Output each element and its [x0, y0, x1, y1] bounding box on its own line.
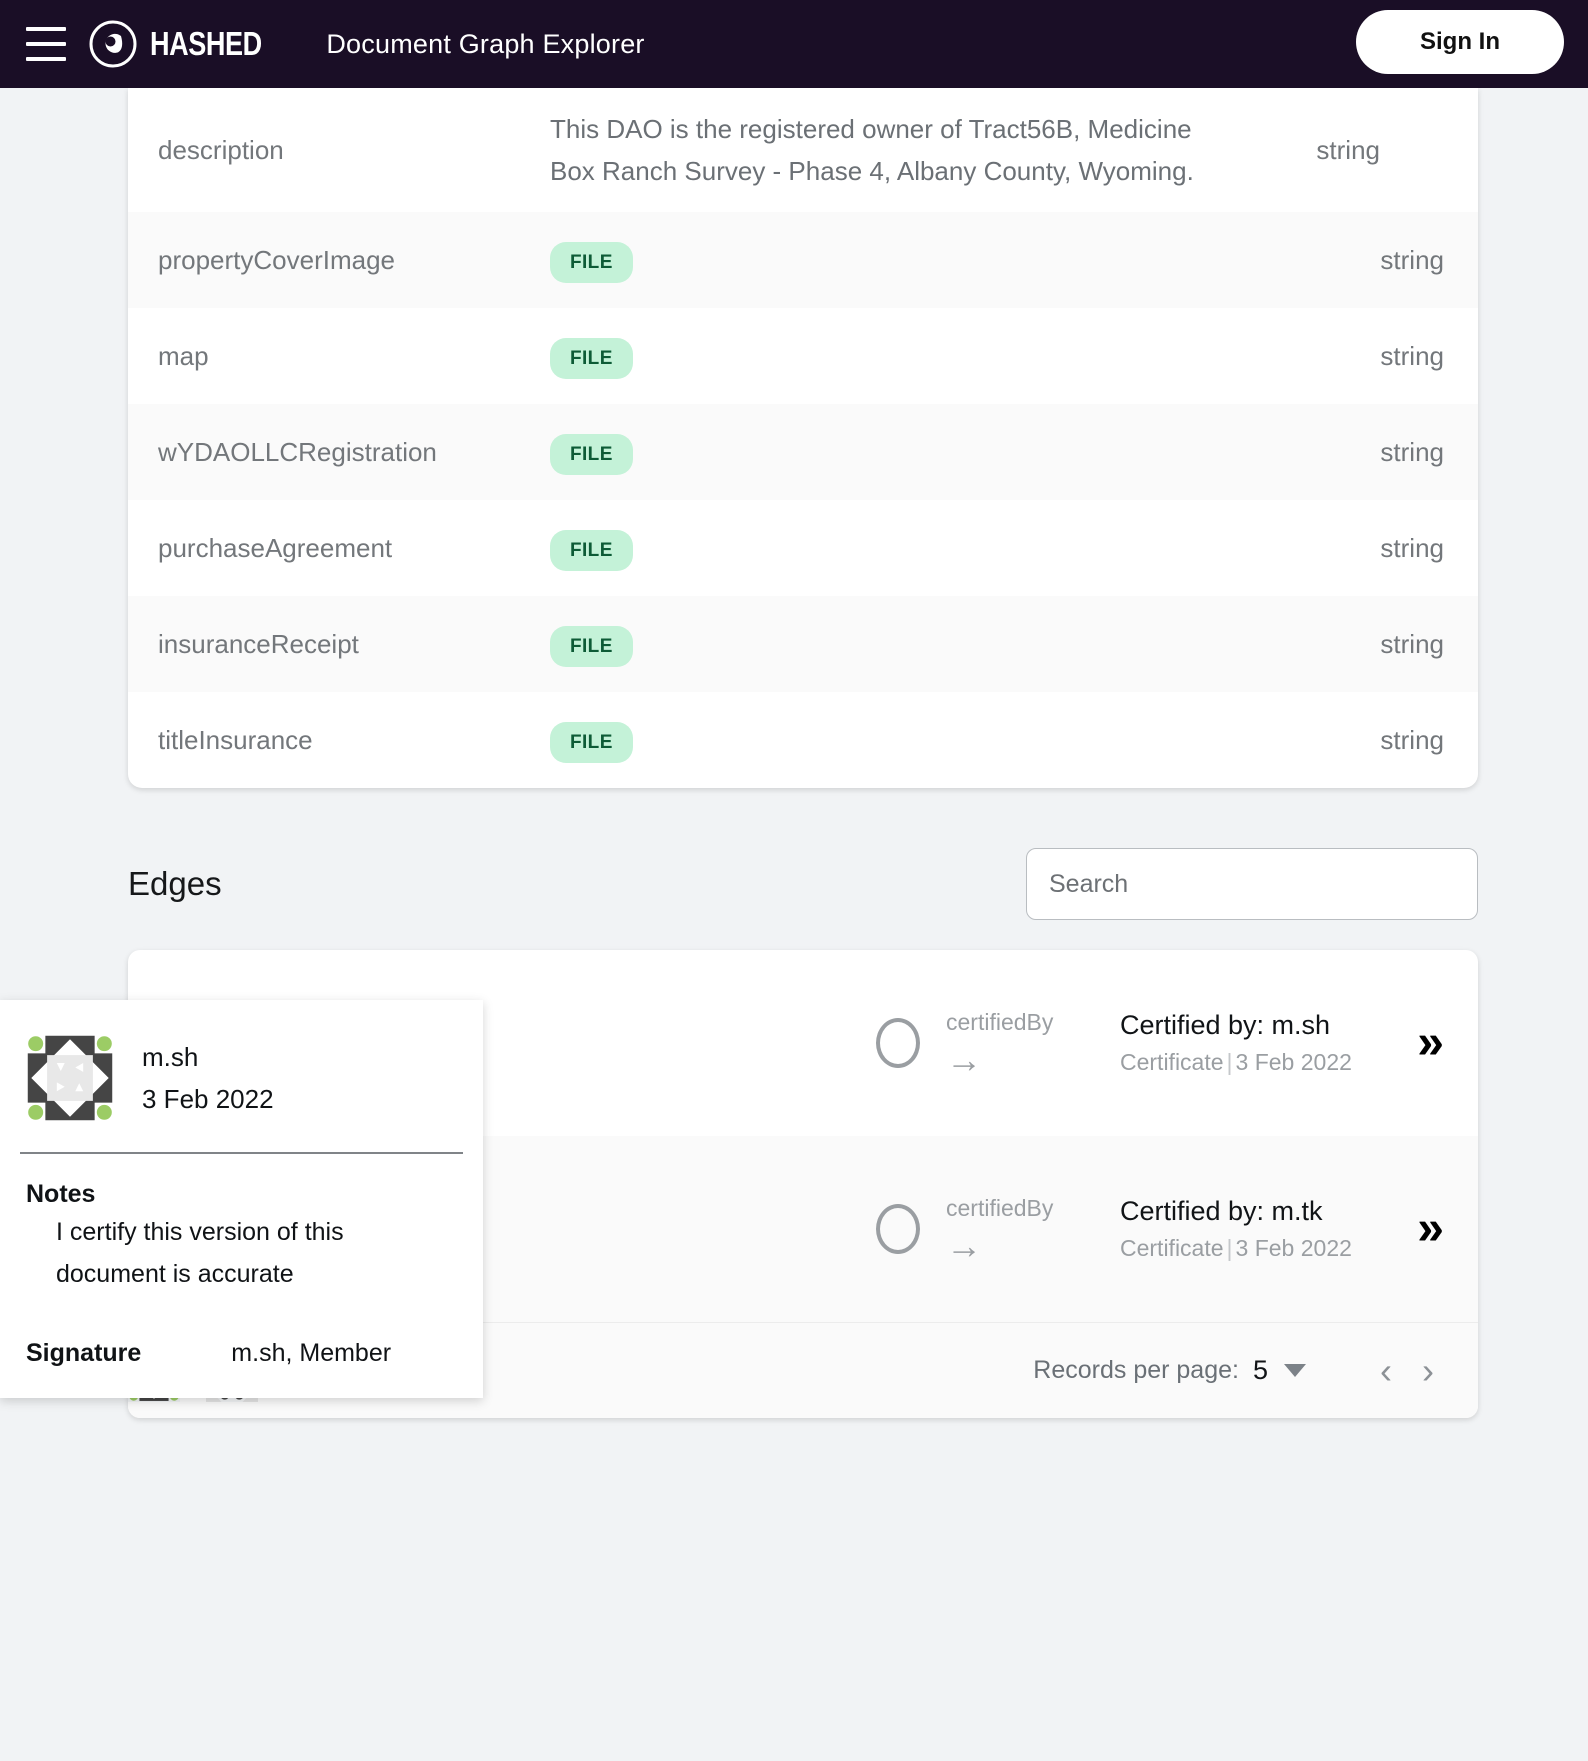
file-badge[interactable]: FILE	[550, 721, 633, 763]
edge-target: Certified by: m.sh Certificate | 3 Feb 202…	[1120, 1006, 1370, 1080]
table-row: map FILE string	[128, 308, 1478, 404]
node-circle-icon	[876, 1018, 920, 1068]
file-badge[interactable]: FILE	[550, 625, 633, 667]
certification-tooltip: m.sh 3 Feb 2022 Notes I certify this ver…	[0, 1000, 483, 1398]
property-type: string	[1380, 532, 1444, 563]
property-type: string	[1380, 628, 1444, 659]
edge-target-subtitle: Certificate | 3 Feb 2022	[1120, 1230, 1370, 1266]
notes-label: Notes	[26, 1180, 96, 1208]
chevron-down-icon[interactable]	[1284, 1364, 1306, 1377]
brand-logo[interactable]: HASHED	[88, 19, 286, 69]
tooltip-name: m.sh	[142, 1042, 199, 1072]
edge-relation: certifiedBy →	[946, 1195, 1096, 1264]
edges-section-header: Edges	[128, 838, 1478, 930]
edge-target-date: 3 Feb 2022	[1235, 1049, 1352, 1075]
property-value: FILE	[550, 334, 1334, 379]
property-key: purchaseAgreement	[158, 532, 393, 563]
property-key: insuranceReceipt	[158, 628, 359, 659]
property-key: propertyCoverImage	[158, 244, 395, 275]
edge-target-kind: Certificate	[1120, 1235, 1224, 1261]
property-type: string	[1316, 134, 1380, 165]
property-type: string	[1380, 436, 1444, 467]
tooltip-meta: m.sh 3 Feb 2022	[142, 1036, 274, 1120]
property-value: This DAO is the registered owner of Trac…	[550, 114, 1194, 186]
app-header: HASHED Document Graph Explorer Sign In	[0, 0, 1588, 88]
property-key: titleInsurance	[158, 724, 313, 755]
edge-relation: certifiedBy →	[946, 1009, 1096, 1078]
tooltip-notes-section: Notes I certify this version of this doc…	[0, 1154, 483, 1295]
records-per-page-value[interactable]: 5	[1253, 1355, 1268, 1386]
node-circle-icon	[876, 1204, 920, 1254]
edge-target-title: Certified by: m.tk	[1120, 1196, 1323, 1226]
file-badge[interactable]: FILE	[550, 241, 633, 283]
edges-heading: Edges	[128, 865, 222, 902]
hamburger-bar	[26, 27, 66, 31]
property-value: FILE	[550, 526, 1334, 571]
separator: |	[1226, 1235, 1233, 1261]
edge-relation-label: certifiedBy	[946, 1194, 1054, 1221]
hamburger-bar	[26, 42, 66, 46]
file-badge[interactable]: FILE	[550, 337, 633, 379]
file-badge[interactable]: FILE	[550, 433, 633, 475]
edge-target-date: 3 Feb 2022	[1235, 1235, 1352, 1261]
table-row: propertyCoverImage FILE string	[128, 212, 1478, 308]
brand-name: HASHED	[150, 25, 262, 62]
chevron-right-icon[interactable]: ›	[1422, 1352, 1434, 1389]
search-input[interactable]	[1026, 848, 1478, 920]
property-type: string	[1380, 244, 1444, 275]
edge-target-title: Certified by: m.sh	[1120, 1010, 1331, 1040]
table-row: titleInsurance FILE string	[128, 692, 1478, 788]
identicon-avatar	[26, 1034, 114, 1122]
hamburger-bar	[26, 57, 66, 61]
double-chevron-right-icon[interactable]: »	[1370, 1019, 1444, 1067]
double-chevron-right-icon[interactable]: »	[1370, 1205, 1444, 1253]
sign-in-button[interactable]: Sign In	[1356, 10, 1564, 74]
arrow-right-icon: →	[946, 1224, 982, 1266]
property-value: FILE	[550, 718, 1334, 763]
property-type: string	[1380, 340, 1444, 371]
edge-target-subtitle: Certificate | 3 Feb 2022	[1120, 1044, 1370, 1080]
hamburger-menu-icon[interactable]	[26, 27, 66, 61]
chevron-left-icon[interactable]: ‹	[1380, 1352, 1392, 1389]
property-key: wYDAOLLCRegistration	[158, 436, 437, 467]
notes-text: I certify this version of this document …	[56, 1218, 344, 1288]
property-value: FILE	[550, 238, 1334, 283]
edge-target-kind: Certificate	[1120, 1049, 1224, 1075]
page-title: Document Graph Explorer	[326, 28, 645, 59]
file-badge[interactable]: FILE	[550, 529, 633, 571]
property-type: string	[1380, 724, 1444, 755]
table-row: description This DAO is the registered o…	[128, 88, 1478, 212]
records-per-page-label: Records per page:	[1033, 1356, 1239, 1384]
tooltip-header: m.sh 3 Feb 2022	[0, 1000, 483, 1152]
tooltip-signature-section: Signature m.sh, Member	[0, 1295, 483, 1378]
arrow-right-icon: →	[946, 1038, 982, 1080]
separator: |	[1226, 1049, 1233, 1075]
property-key: map	[158, 340, 209, 371]
table-row: wYDAOLLCRegistration FILE string	[128, 404, 1478, 500]
property-key: description	[158, 134, 284, 165]
edge-target: Certified by: m.tk Certificate | 3 Feb 202…	[1120, 1192, 1370, 1266]
table-row: insuranceReceipt FILE string	[128, 596, 1478, 692]
tooltip-date: 3 Feb 2022	[142, 1084, 274, 1114]
edge-relation-label: certifiedBy	[946, 1008, 1054, 1035]
property-value: FILE	[550, 622, 1334, 667]
table-row: purchaseAgreement FILE string	[128, 500, 1478, 596]
signature-label: Signature	[26, 1339, 142, 1367]
hashed-logo-icon	[89, 20, 137, 68]
properties-card: description This DAO is the registered o…	[128, 88, 1478, 788]
signature-value: m.sh, Member	[231, 1339, 392, 1367]
property-value: FILE	[550, 430, 1334, 475]
